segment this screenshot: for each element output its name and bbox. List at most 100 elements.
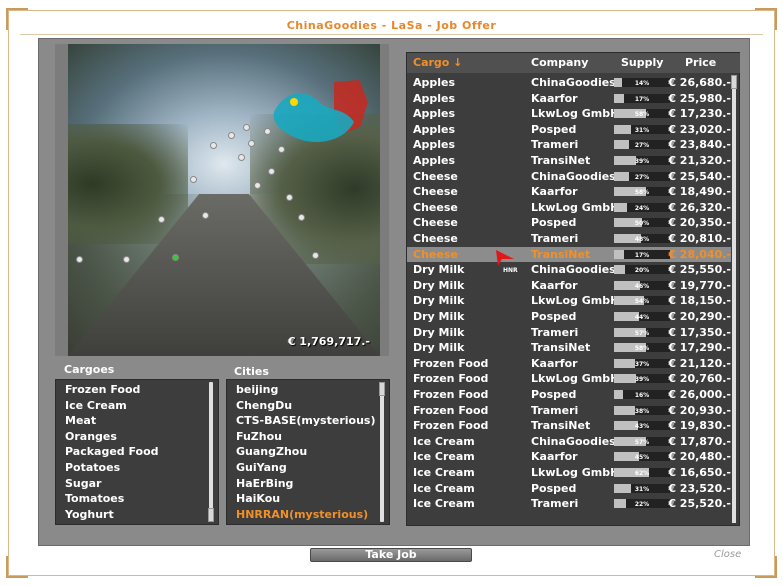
column-header-cargo[interactable]: Cargo ↓ — [413, 56, 462, 69]
take-job-button[interactable]: Take Job — [310, 548, 472, 562]
city-list-item[interactable]: GuiYang — [227, 460, 389, 476]
supply-percent: 16% — [634, 392, 650, 399]
map-city-marker[interactable] — [248, 140, 255, 147]
map-city-marker[interactable] — [202, 212, 209, 219]
cargo-list-item[interactable]: Oranges — [56, 429, 218, 445]
supply-percent: 38% — [634, 407, 650, 415]
city-list-item[interactable]: CTS-BASE(mysterious) — [227, 413, 389, 429]
offer-row[interactable]: Apples Trameri 27% € 23,840.- — [407, 137, 731, 153]
map-city-marker[interactable] — [210, 142, 217, 149]
supply-percent: 31% — [634, 485, 650, 493]
city-list-item[interactable]: ChengDu — [227, 398, 389, 414]
offer-row[interactable]: Cheese LkwLog GmbH 24% € 26,320.- — [407, 200, 731, 216]
map-city-marker[interactable] — [264, 128, 271, 135]
offer-row[interactable]: Ice Cream Posped 31% € 23,520.- — [407, 481, 731, 497]
map-city-marker-current[interactable] — [172, 254, 179, 261]
supply-percent: 45% — [634, 454, 650, 462]
offer-row[interactable]: Apples TransiNet 39% € 21,320.- — [407, 153, 731, 169]
cargo-list-item[interactable]: Meat — [56, 413, 218, 429]
map-city-marker[interactable] — [312, 252, 319, 259]
map-city-marker[interactable] — [286, 194, 293, 201]
cargo-list-item[interactable]: Potatoes — [56, 460, 218, 476]
offer-row[interactable]: Ice Cream ChinaGoodies 57% € 17,870.- — [407, 434, 731, 450]
map-city-marker[interactable] — [190, 176, 197, 183]
city-list-item[interactable]: HaiKou — [227, 491, 389, 507]
offer-cargo: Apples — [413, 122, 456, 136]
close-button[interactable]: Close — [714, 549, 741, 560]
offer-cargo: Cheese — [413, 185, 458, 199]
offer-row[interactable]: Ice Cream Kaarfor 45% € 20,480.- — [407, 449, 731, 465]
offer-row[interactable]: Cheese Trameri 48% € 20,810.- — [407, 231, 731, 247]
map-city-marker[interactable] — [238, 154, 245, 161]
supply-percent: 27% — [634, 173, 650, 181]
offers-scroll-thumb[interactable] — [731, 75, 737, 89]
supply-percent: 37% — [634, 360, 650, 368]
map-city-marker[interactable] — [76, 256, 83, 263]
city-list-item[interactable]: HaErBing — [227, 476, 389, 492]
offer-row[interactable]: Dry Milk Trameri 57% € 17,350.- — [407, 325, 731, 341]
offer-row[interactable]: Frozen Food LkwLog GmbH 39% € 20,760.- — [407, 371, 731, 387]
offer-row[interactable]: Ice Cream LkwLog GmbH 62% € 16,650.- — [407, 465, 731, 481]
offer-price: € 25,550.- — [668, 263, 731, 277]
offer-row[interactable]: Cheese Kaarfor 58% € 18,490.- — [407, 184, 731, 200]
offer-row[interactable]: Frozen Food TransiNet 43% € 19,830.- — [407, 418, 731, 434]
cargo-list-item[interactable]: Sugar — [56, 476, 218, 492]
offer-row[interactable]: Dry Milk ChinaGoodies 20% € 25,550.- — [407, 262, 731, 278]
cargo-list-item[interactable]: Tomatoes — [56, 491, 218, 507]
supply-percent: 43% — [634, 423, 650, 431]
offer-row[interactable]: Frozen Food Posped 16% € 26,000.- — [407, 387, 731, 403]
map-city-marker[interactable] — [243, 124, 250, 131]
offer-row[interactable]: Dry Milk TransiNet 58% € 17,290.- — [407, 340, 731, 356]
column-header-company[interactable]: Company — [531, 56, 588, 69]
offers-scrollbar[interactable] — [732, 75, 736, 523]
offer-supply-bar: 37% — [614, 358, 670, 368]
city-list-item[interactable]: GuangZhou — [227, 444, 389, 460]
offer-supply-bar: 39% — [614, 374, 670, 384]
cargoes-scroll-thumb[interactable] — [208, 508, 214, 522]
column-header-price[interactable]: Price — [685, 56, 716, 69]
offer-row[interactable]: Cheese ChinaGoodies 27% € 25,540.- — [407, 169, 731, 185]
offer-row[interactable]: Ice Cream Trameri 22% € 25,520.- — [407, 496, 731, 512]
offer-row[interactable]: Frozen Food Kaarfor 37% € 21,120.- — [407, 356, 731, 372]
offer-row[interactable]: Cheese TransiNet 17% € 28,040.- — [407, 246, 731, 263]
offer-row[interactable]: Apples ChinaGoodies 14% € 26,680.- — [407, 75, 731, 91]
offer-row[interactable]: Dry Milk Kaarfor 46% € 19,770.- — [407, 278, 731, 294]
supply-percent: 22% — [634, 501, 650, 509]
map-city-marker[interactable] — [228, 132, 235, 139]
supply-percent: 54% — [634, 298, 650, 306]
cursor-label: HNR — [503, 267, 518, 274]
offer-row[interactable]: Apples Kaarfor 17% € 25,980.- — [407, 91, 731, 107]
cities-scrollbar[interactable] — [380, 382, 384, 522]
cargo-list-item[interactable]: Yoghurt — [56, 507, 218, 523]
map-city-marker[interactable] — [268, 168, 275, 175]
offer-row[interactable]: Cheese Posped 50% € 20,350.- — [407, 215, 731, 231]
offer-row[interactable]: Frozen Food Trameri 38% € 20,930.- — [407, 403, 731, 419]
map-city-marker[interactable] — [158, 216, 165, 223]
map-city-marker[interactable] — [298, 214, 305, 221]
cargo-list-item[interactable]: Ice Cream — [56, 398, 218, 414]
column-header-supply[interactable]: Supply — [621, 56, 663, 69]
cargoes-list[interactable]: Frozen Food Ice Cream Meat Oranges Packaged … — [55, 379, 219, 525]
cities-scroll-thumb[interactable] — [379, 382, 385, 396]
map-city-marker[interactable] — [254, 182, 261, 189]
offer-price: € 18,150.- — [668, 294, 731, 308]
cargo-list-item[interactable]: Packaged Food — [56, 444, 218, 460]
job-offers-table: Cargo ↓ Company Supply Price Apples China… — [406, 52, 740, 526]
offer-price: € 20,350.- — [668, 216, 731, 230]
offer-row[interactable]: Apples Posped 31% € 23,020.- — [407, 122, 731, 138]
offer-company: Posped — [531, 122, 577, 136]
city-list-item[interactable]: beijing — [227, 382, 389, 398]
map-city-marker[interactable] — [123, 256, 130, 263]
offer-cargo: Dry Milk — [413, 278, 465, 292]
cargoes-scrollbar[interactable] — [209, 382, 213, 522]
offer-row[interactable]: Dry Milk Posped 44% € 20,290.- — [407, 309, 731, 325]
map-city-marker[interactable] — [278, 146, 285, 153]
cities-list[interactable]: beijing ChengDu CTS-BASE(mysterious) FuZhou… — [226, 379, 390, 525]
cargo-list-item[interactable]: Frozen Food — [56, 382, 218, 398]
city-list-item[interactable]: FuZhou — [227, 429, 389, 445]
supply-percent: 58% — [634, 345, 650, 353]
offer-row[interactable]: Dry Milk LkwLog GmbH 54% € 18,150.- — [407, 293, 731, 309]
city-list-item[interactable]: HNRRAN(mysterious) — [227, 507, 389, 523]
offer-row[interactable]: Apples LkwLog GmbH 58% € 17,230.- — [407, 106, 731, 122]
offer-supply-bar: 27% — [614, 171, 670, 181]
